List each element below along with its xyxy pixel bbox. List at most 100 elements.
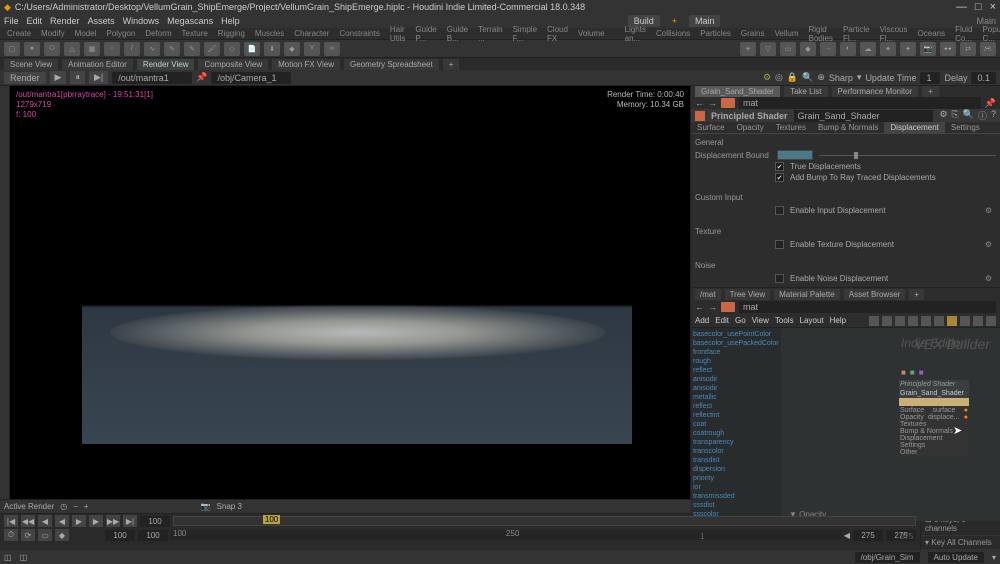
pause-icon[interactable]: ⏸: [70, 71, 85, 84]
shelf-texture[interactable]: Texture: [179, 29, 211, 38]
range-icon[interactable]: ▭: [38, 529, 52, 541]
true-disp-check[interactable]: ✔: [775, 162, 784, 171]
menu-help[interactable]: Help: [221, 16, 240, 26]
tab-render-view[interactable]: Render View: [137, 59, 195, 70]
shelf-character[interactable]: Character: [291, 29, 332, 38]
gamepad-icon[interactable]: 🎮: [980, 42, 996, 56]
net-add[interactable]: Add: [695, 316, 709, 325]
tool-icon[interactable]: [895, 316, 905, 326]
shelf-cloud[interactable]: Cloud FX: [544, 25, 571, 43]
tool-line-icon[interactable]: /: [124, 42, 140, 56]
frame-field[interactable]: 100: [140, 516, 170, 527]
tool-icon[interactable]: [908, 316, 918, 326]
switcher-icon[interactable]: ⇄: [960, 42, 976, 56]
node-flag-icon[interactable]: ■: [919, 368, 924, 377]
tool-path-icon[interactable]: ✎: [164, 42, 180, 56]
list-item[interactable]: reflect: [693, 402, 779, 411]
tool-grid-icon[interactable]: ▦: [84, 42, 100, 56]
plus-icon[interactable]: +: [84, 502, 89, 511]
list-item[interactable]: transparency: [693, 438, 779, 447]
duplicate-icon[interactable]: ⎘: [952, 109, 959, 122]
shelf-fluid[interactable]: Fluid Co...: [952, 25, 975, 43]
shelf-deform[interactable]: Deform: [142, 29, 174, 38]
tool-icon[interactable]: [973, 316, 983, 326]
noise-gear-icon[interactable]: ⚙: [985, 274, 992, 283]
node-input-list[interactable]: basecolor_usePointColor basecolor_usePac…: [691, 328, 781, 521]
list-item[interactable]: ior: [693, 483, 779, 492]
shelf-viscous[interactable]: Viscous Fl...: [877, 25, 911, 43]
node-flag-icon[interactable]: ■: [910, 368, 915, 377]
net-mat-icon[interactable]: [721, 302, 735, 312]
frame-marker[interactable]: 100: [263, 515, 280, 524]
shader-name[interactable]: Grain_Sand_Shader: [794, 110, 934, 122]
gear-icon[interactable]: ⚙: [939, 109, 947, 122]
tool-null-icon[interactable]: ◇: [224, 42, 240, 56]
render-viewport[interactable]: /out/mantra1[pbrraytrace] - 19:51:31[1] …: [10, 86, 690, 499]
disp-bound-slider[interactable]: [819, 155, 996, 156]
maximize-icon[interactable]: □: [975, 1, 982, 13]
enable-tex-check[interactable]: [775, 240, 784, 249]
light-env-icon[interactable]: ◐: [840, 42, 856, 56]
ortho-icon[interactable]: ◫: [4, 553, 12, 562]
node-body[interactable]: [899, 398, 969, 406]
shelf-collisions[interactable]: Collisions: [653, 29, 693, 38]
tool-paint-icon[interactable]: 🖌: [204, 42, 220, 56]
fwd-icon[interactable]: →: [708, 98, 717, 108]
tab-add[interactable]: +: [443, 59, 460, 70]
shelf-polygon[interactable]: Polygon: [103, 29, 138, 38]
tool-icon[interactable]: [869, 316, 879, 326]
status-path[interactable]: /obj/Grain_Sim: [855, 552, 920, 563]
input-gear-icon[interactable]: ⚙: [985, 206, 992, 215]
list-item[interactable]: basecolor_usePointColor: [693, 330, 779, 339]
shelf-guideb[interactable]: Guide B...: [444, 25, 471, 43]
camera-icon[interactable]: 📷: [920, 42, 936, 56]
prev-key-icon[interactable]: ◀◀: [21, 515, 35, 527]
light-spot-icon[interactable]: ▽: [760, 42, 776, 56]
tab-shader-params[interactable]: Grain_Sand_Shader: [695, 86, 780, 97]
enable-noise-check[interactable]: [775, 274, 784, 283]
ntab-asset[interactable]: Asset Browser: [844, 289, 906, 300]
stab-surface[interactable]: Surface: [691, 122, 731, 133]
find-icon[interactable]: 🔍: [963, 109, 974, 122]
net-help[interactable]: Help: [830, 316, 846, 325]
delay-field[interactable]: 0.1: [971, 72, 996, 84]
play-reverse-icon[interactable]: ◀: [55, 515, 69, 527]
tool-circle-icon[interactable]: ○: [104, 42, 120, 56]
shelf-modify[interactable]: Modify: [38, 29, 68, 38]
next-frame-icon[interactable]: ▶: [89, 515, 103, 527]
shelf-guidep[interactable]: Guide P...: [412, 25, 439, 43]
stab-settings[interactable]: Settings: [945, 122, 986, 133]
tab-composite[interactable]: Composite View: [198, 59, 268, 70]
search-icon[interactable]: 🔍: [802, 72, 813, 83]
net-layout[interactable]: Layout: [800, 316, 824, 325]
tool-icon[interactable]: [921, 316, 931, 326]
menu-render[interactable]: Render: [50, 16, 80, 26]
light-distant-icon[interactable]: →: [820, 42, 836, 56]
tool-icon[interactable]: [960, 316, 970, 326]
shelf-vellum[interactable]: Vellum: [771, 29, 801, 38]
list-item[interactable]: coatrough: [693, 429, 779, 438]
list-item[interactable]: transmissded: [693, 492, 779, 501]
close-icon[interactable]: ×: [990, 1, 996, 13]
tool-cone-icon[interactable]: △: [64, 42, 80, 56]
stab-displacement[interactable]: Displacement: [884, 122, 944, 133]
auto-update-label[interactable]: Auto Update: [928, 552, 984, 563]
out-dot[interactable]: ●: [964, 407, 968, 414]
list-item[interactable]: rough: [693, 357, 779, 366]
minimize-icon[interactable]: —: [956, 1, 967, 13]
tex-gear-icon[interactable]: ⚙: [985, 240, 992, 249]
tool-icon[interactable]: [934, 316, 944, 326]
net-tools[interactable]: Tools: [775, 316, 794, 325]
list-item[interactable]: dispersion: [693, 465, 779, 474]
pin-icon[interactable]: 📌: [196, 72, 207, 83]
tool-meta-icon[interactable]: ∞: [324, 42, 340, 56]
tool-file-icon[interactable]: 📄: [244, 42, 260, 56]
list-item[interactable]: coat: [693, 420, 779, 429]
tool-lsys-icon[interactable]: Y: [304, 42, 320, 56]
list-item[interactable]: reflectint: [693, 411, 779, 420]
shelf-particles[interactable]: Particles: [697, 29, 734, 38]
mat-net-icon[interactable]: [721, 98, 735, 108]
loop-icon[interactable]: ⟳: [21, 529, 35, 541]
shelf-muscles[interactable]: Muscles: [252, 29, 287, 38]
list-item[interactable]: basecolor_usePackedColor: [693, 339, 779, 348]
